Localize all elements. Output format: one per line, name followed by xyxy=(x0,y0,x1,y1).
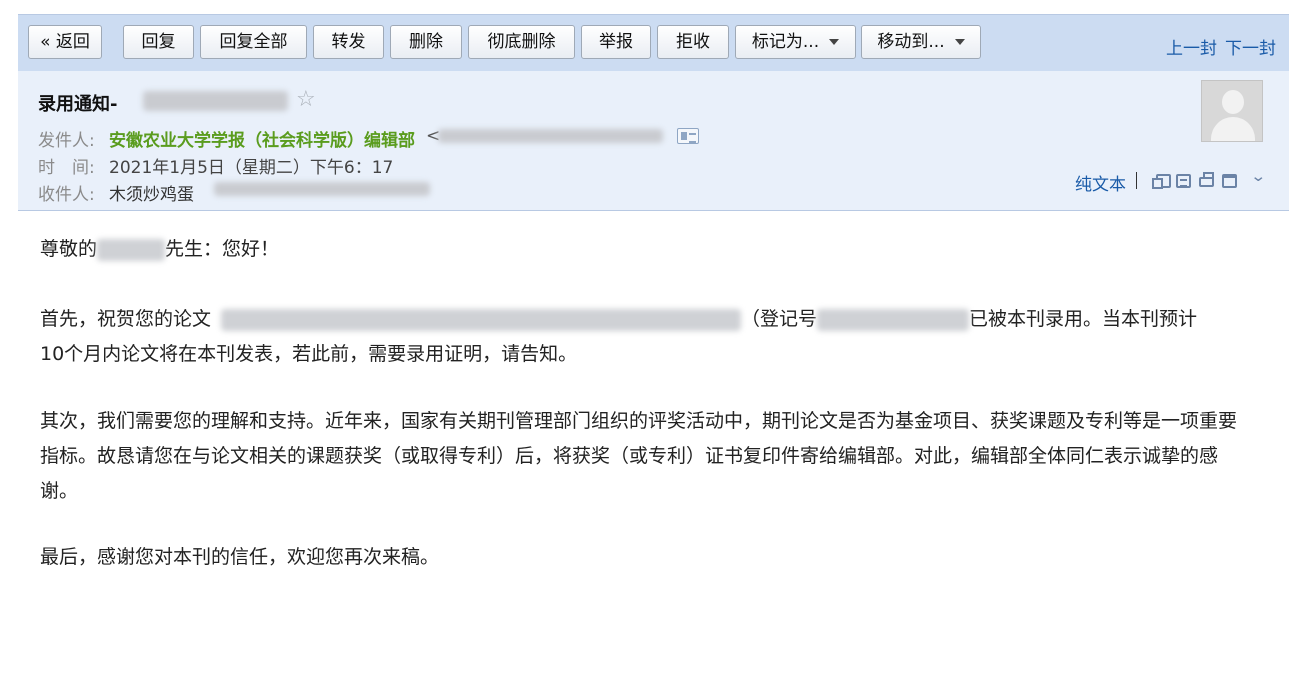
move-to-dropdown[interactable]: 移动到... xyxy=(861,25,981,59)
from-label: 发件人: xyxy=(38,131,95,151)
paragraph-1-text-d: 10个月内论文将在本刊发表，若此前，需要录用证明，请告知。 xyxy=(40,343,578,365)
new-window-icon[interactable] xyxy=(1152,174,1171,189)
prev-mail-link[interactable]: 上一封 xyxy=(1166,34,1217,59)
mail-subject: 录用通知- xyxy=(38,94,118,115)
redacted-paper-title xyxy=(221,308,742,331)
reply-all-button[interactable]: 回复全部 xyxy=(200,25,307,59)
expand-chevron-icon[interactable]: ⌄ xyxy=(1250,167,1266,185)
print-icon[interactable] xyxy=(1222,174,1237,188)
paragraph-1-text-b: （登记号 xyxy=(741,308,818,330)
redacted-sender-address xyxy=(438,129,663,143)
redacted-recipient-address xyxy=(214,182,430,196)
greeting: 尊敬的 先生：您好！ xyxy=(40,232,1255,267)
avatar-icon xyxy=(1201,80,1263,142)
chevron-down-icon xyxy=(829,39,840,45)
forward-button[interactable]: 转发 xyxy=(313,25,384,59)
report-button[interactable]: 举报 xyxy=(581,25,651,59)
greeting-text-2: 先生：您好！ xyxy=(165,238,280,260)
download-icon[interactable] xyxy=(1199,172,1214,187)
redacted-subject xyxy=(143,91,288,111)
redacted-name xyxy=(97,238,166,261)
toolbar-divider xyxy=(1136,172,1137,189)
mark-as-dropdown[interactable]: 标记为... xyxy=(735,25,856,59)
note-icon[interactable] xyxy=(1176,174,1191,188)
paragraph-2: 其次，我们需要您的理解和支持。近年来，国家有关期刊管理部门组织的评奖活动中，期刊… xyxy=(40,410,1238,502)
paragraph-1-text-c: 已被本刊录用。当本刊预计 xyxy=(969,308,1198,330)
plain-text-link[interactable]: 纯文本 xyxy=(1075,170,1126,195)
delete-button[interactable]: 删除 xyxy=(390,25,462,59)
recipient-name[interactable]: 木须炒鸡蛋 xyxy=(109,180,194,205)
mark-as-label: 标记为... xyxy=(751,32,820,52)
contact-card-icon[interactable] xyxy=(677,128,699,144)
paragraph-1: 首先，祝贺您的论文 （登记号 已被本刊录用。当本刊预计 10个月内论文将在本刊发表，… xyxy=(40,302,1255,372)
move-to-label: 移动到... xyxy=(877,32,945,52)
star-icon[interactable]: ☆ xyxy=(296,87,316,112)
greeting-text: 尊敬的 xyxy=(40,238,98,260)
time-label: 时 间: xyxy=(38,158,95,178)
sender-name[interactable]: 安徽农业大学学报（社会科学版）编辑部 xyxy=(109,126,415,151)
chevron-down-icon xyxy=(954,39,965,45)
paragraph-3: 最后，感谢您对本刊的信任，欢迎您再次来稿。 xyxy=(40,546,440,568)
mail-toolbar: « 返回 回复 回复全部 转发 删除 彻底删除 举报 拒收 标记为... 移动到… xyxy=(18,14,1289,71)
redacted-registration-number xyxy=(817,308,970,331)
mail-header: 录用通知- ☆ 发件人: 安徽农业大学学报（社会科学版）编辑部 < 时 间: 2… xyxy=(18,71,1289,211)
back-button[interactable]: « 返回 xyxy=(28,25,102,59)
next-mail-link[interactable]: 下一封 xyxy=(1225,34,1276,59)
to-label: 收件人: xyxy=(38,185,95,205)
paragraph-1-text-a: 首先，祝贺您的论文 xyxy=(40,308,212,330)
delete-forever-button[interactable]: 彻底删除 xyxy=(468,25,575,59)
reply-button[interactable]: 回复 xyxy=(123,25,194,59)
mail-time: 2021年1月5日（星期二）下午6：17 xyxy=(109,158,394,178)
reject-button[interactable]: 拒收 xyxy=(657,25,729,59)
